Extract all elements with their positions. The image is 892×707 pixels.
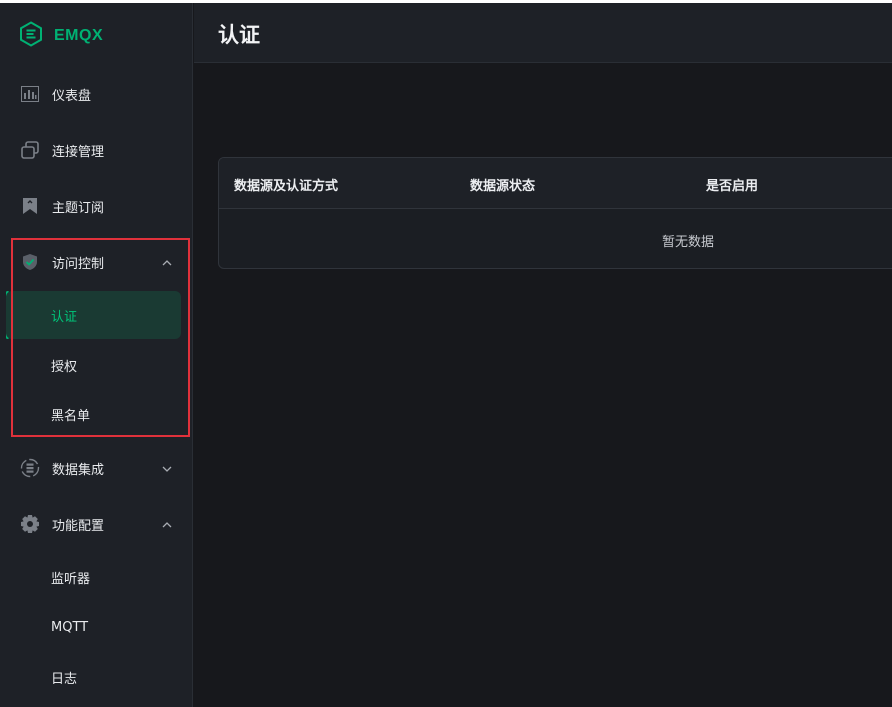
- shield-check-icon: [20, 252, 40, 272]
- dashboard-icon: [20, 84, 40, 104]
- column-header-status[interactable]: 数据源状态: [470, 175, 535, 194]
- sidebar-item-access-control[interactable]: 访问控制: [0, 242, 193, 282]
- sidebar-item-subscriptions[interactable]: 主题订阅: [0, 186, 193, 226]
- logo-text: EMQX: [54, 27, 104, 44]
- page-title: 认证: [218, 23, 260, 47]
- sidebar-item-connections[interactable]: 连接管理: [0, 130, 193, 170]
- connections-icon: [20, 140, 40, 160]
- bookmark-icon: [20, 196, 40, 216]
- sidebar-item-label: 连接管理: [52, 144, 105, 160]
- chevron-down-icon: [160, 461, 174, 475]
- sidebar-subitem-label: 认证: [51, 309, 78, 325]
- sidebar-subitem-label: 黑名单: [51, 408, 91, 424]
- sidebar-item-label: 访问控制: [52, 256, 105, 272]
- sidebar-item-label: 主题订阅: [52, 200, 105, 216]
- page-header: 认证: [194, 3, 892, 63]
- sidebar-item-data-integration[interactable]: 数据集成: [0, 448, 193, 488]
- column-header-source[interactable]: 数据源及认证方式: [234, 175, 338, 194]
- gear-icon: [20, 514, 40, 534]
- sidebar-item-dashboard[interactable]: 仪表盘: [0, 74, 193, 114]
- sidebar-subitem-logs[interactable]: 日志: [6, 653, 181, 701]
- sidebar-subitem-authentication[interactable]: 认证: [6, 291, 181, 339]
- chevron-up-icon: [160, 255, 174, 269]
- sidebar-item-label: 仪表盘: [52, 88, 92, 104]
- logo[interactable]: EMQX: [18, 21, 104, 51]
- sidebar: EMQX 仪表盘 连接管理 主题订阅 访问控制 认证 授权 黑名单 数据集成 功…: [0, 3, 193, 707]
- empty-state-label: 暂无数据: [662, 235, 715, 250]
- sidebar-subitem-label: 监听器: [51, 571, 91, 587]
- chevron-up-icon: [160, 517, 174, 531]
- sidebar-subitem-listeners[interactable]: 监听器: [6, 553, 181, 601]
- sidebar-item-label: 数据集成: [52, 462, 105, 478]
- sidebar-subitem-label: 日志: [51, 671, 78, 687]
- sidebar-item-configuration[interactable]: 功能配置: [0, 504, 193, 544]
- sidebar-subitem-label: MQTT: [51, 619, 89, 635]
- sidebar-subitem-blacklist[interactable]: 黑名单: [6, 390, 181, 438]
- table-header: 数据源及认证方式 数据源状态 是否启用: [219, 158, 892, 209]
- data-integration-icon: [20, 458, 40, 478]
- column-header-enabled[interactable]: 是否启用: [706, 175, 758, 194]
- sidebar-subitem-authorization[interactable]: 授权: [6, 341, 181, 389]
- sidebar-subitem-label: 授权: [51, 359, 78, 375]
- emqx-logo-icon: [18, 21, 44, 51]
- authentication-table: 数据源及认证方式 数据源状态 是否启用 暂无数据: [218, 157, 892, 269]
- sidebar-item-label: 功能配置: [52, 518, 105, 534]
- sidebar-subitem-mqtt[interactable]: MQTT: [6, 603, 181, 651]
